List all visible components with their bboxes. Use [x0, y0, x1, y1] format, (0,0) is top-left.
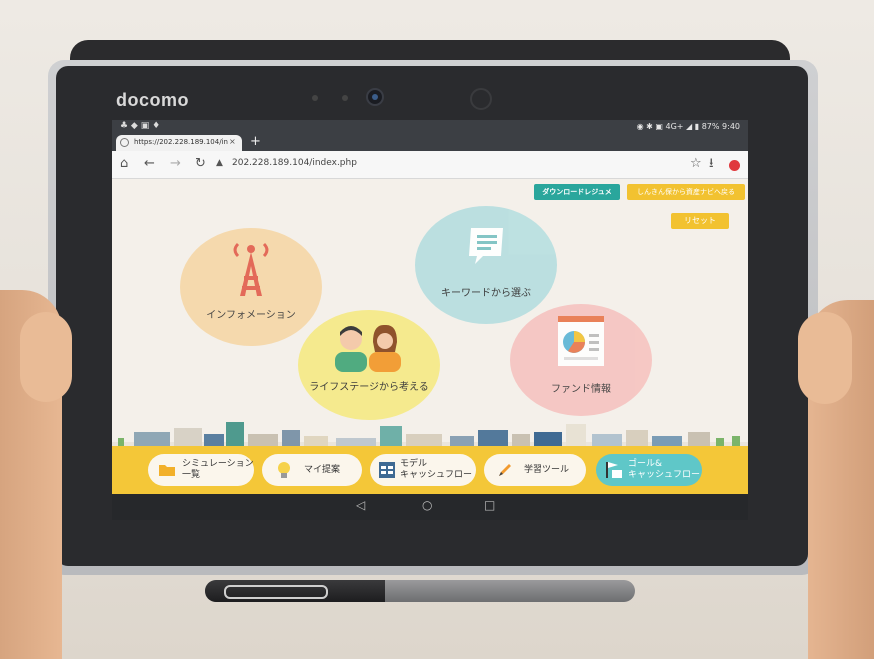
signal-icon: ◢ ▮	[686, 122, 700, 131]
star-icon[interactable]: ☆	[690, 155, 702, 173]
battery-level: 87%	[701, 122, 720, 131]
pie-chart-document-icon	[558, 316, 604, 366]
back-triangle-icon[interactable]: ◁	[356, 498, 365, 512]
tab-title: https://202.228.189.104/in	[134, 138, 228, 146]
simulation-list-label: シミュレーション 一覧	[182, 459, 254, 480]
fund-label: ファンド情報	[551, 384, 611, 395]
new-tab-button[interactable]: +	[250, 134, 261, 149]
goal-cashflow-label: ゴール& キャッシュフロー	[628, 459, 701, 480]
stylus-clip	[224, 585, 328, 599]
lifestage-bubble[interactable]: ライフステージから考える	[298, 310, 440, 420]
model-cashflow-button[interactable]: モデル キャッシュフロー	[370, 454, 476, 486]
back-icon[interactable]: ←	[144, 155, 155, 173]
reload-icon[interactable]: ↻	[195, 155, 206, 173]
home-circle-icon[interactable]: ○	[422, 498, 432, 512]
browser-toolbar	[112, 151, 748, 179]
my-proposal-label: マイ提案	[304, 464, 341, 475]
radio-tower-icon	[233, 242, 269, 296]
cashflow-table-icon	[379, 462, 395, 478]
couple-icon	[335, 324, 401, 372]
home-icon[interactable]: ⌂	[120, 155, 128, 173]
network-indicator: 4G+	[665, 122, 684, 131]
learning-tool-label: 学習ツール	[524, 464, 570, 475]
lifestage-label: ライフステージから考える	[309, 382, 429, 393]
clock: 9:40	[722, 122, 740, 131]
fund-bubble[interactable]: ファンド情報	[510, 304, 652, 416]
back-to-navi-button[interactable]: しんきん保から資産ナビへ戻る	[627, 184, 745, 200]
browser-tab[interactable]: https://202.228.189.104/in	[116, 135, 242, 151]
sensor-dot-2	[342, 95, 348, 101]
sensor-ring	[470, 88, 492, 110]
warning-icon[interactable]: ▲	[216, 158, 223, 168]
pencil-icon	[499, 464, 511, 476]
brand-logo: docomo	[116, 90, 189, 110]
right-thumb	[798, 312, 852, 404]
keyword-label: キーワードから選ぶ	[441, 288, 531, 299]
status-icons: ◉ ✱ ▣	[636, 122, 666, 131]
information-label: インフォメーション	[206, 310, 296, 321]
forward-icon[interactable]: →	[170, 155, 181, 173]
reset-button[interactable]: リセット	[671, 213, 729, 229]
tablet-screen: ♣ ◆ ▣ ♦ ◉ ✱ ▣ 4G+ ◢ ▮ 87% 9:40 https://2…	[112, 120, 748, 520]
left-thumb	[20, 312, 72, 402]
document-icon	[469, 228, 503, 264]
notification-icons: ♣ ◆ ▣ ♦	[120, 121, 161, 131]
url-field[interactable]: 202.228.189.104/index.php	[232, 158, 357, 168]
folder-icon	[159, 465, 175, 476]
keyword-bubble[interactable]: キーワードから選ぶ	[415, 206, 557, 324]
goal-cashflow-button[interactable]: ゴール& キャッシュフロー	[596, 454, 702, 486]
model-cashflow-label: モデル キャッシュフロー	[400, 459, 473, 480]
sensor-dot	[312, 95, 318, 101]
simulation-list-button[interactable]: シミュレーション 一覧	[148, 454, 254, 486]
camera-lens	[372, 94, 378, 100]
recents-square-icon[interactable]: □	[484, 498, 495, 512]
download-icon[interactable]: ⭳	[709, 155, 714, 173]
status-right: ◉ ✱ ▣ 4G+ ◢ ▮ 87% 9:40	[637, 122, 740, 131]
my-proposal-button[interactable]: マイ提案	[262, 454, 362, 486]
extension-icon[interactable]	[729, 160, 740, 171]
lightbulb-icon	[278, 462, 290, 478]
information-bubble[interactable]: インフォメーション	[180, 228, 322, 346]
flag-chart-icon	[606, 462, 622, 478]
download-resume-button[interactable]: ダウンロードレジュメ	[534, 184, 620, 200]
globe-icon	[120, 138, 129, 147]
tab-close-icon[interactable]: ×	[229, 137, 236, 146]
learning-tool-button[interactable]: 学習ツール	[484, 454, 586, 486]
